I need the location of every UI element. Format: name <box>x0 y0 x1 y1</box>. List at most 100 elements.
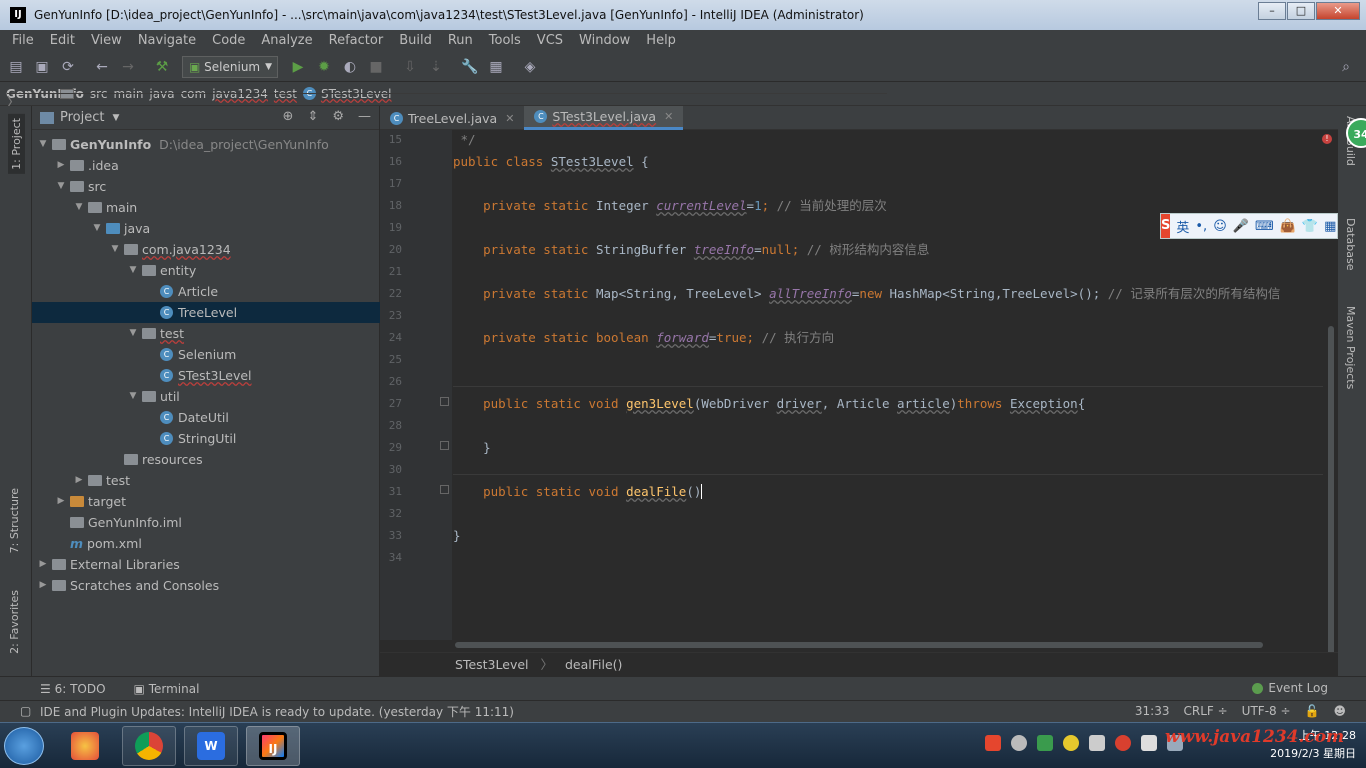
tray-flag-icon[interactable] <box>1141 735 1157 751</box>
expand-down-icon[interactable]: ▼ <box>126 386 140 407</box>
tab-project[interactable]: 1: Project <box>8 114 25 174</box>
emoji-icon[interactable]: ☺ <box>1213 219 1227 234</box>
expand-down-icon[interactable]: ▼ <box>108 239 122 260</box>
expand-right-icon[interactable]: ▶ <box>54 491 68 512</box>
taskbar-app-pinned[interactable] <box>58 726 112 766</box>
stop-icon[interactable]: ■ <box>366 57 386 77</box>
sync-icon[interactable]: ⟳ <box>58 57 78 77</box>
menu-code[interactable]: Code <box>201 30 250 52</box>
taskbar-chrome[interactable] <box>122 726 176 766</box>
locate-target-icon[interactable]: ⊕ <box>283 109 294 124</box>
tree-item[interactable]: ▼ GenYunInfo D:\idea_project\GenYunInfo <box>32 134 380 155</box>
tree-item[interactable]: ▼ src <box>32 176 380 197</box>
toggle-tool-windows-icon[interactable]: ▢ <box>20 704 31 718</box>
code-editor[interactable]: */ public class STest3Level { private st… <box>453 130 1323 640</box>
project-view-select[interactable]: Project <box>60 110 104 125</box>
tray-security-icon[interactable] <box>1115 735 1131 751</box>
tree-item[interactable]: ▼ com.java1234 <box>32 239 380 260</box>
hide-panel-icon[interactable]: — <box>358 109 371 124</box>
inspector-icon[interactable]: ☻ <box>1333 704 1346 718</box>
tree-item[interactable]: ▼ util <box>32 386 380 407</box>
collapse-all-icon[interactable]: ⇕ <box>307 109 318 124</box>
build-hammer-icon[interactable]: ⚒ <box>152 57 172 77</box>
tree-item[interactable]: ▼ entity <box>32 260 380 281</box>
tree-item[interactable]: ▶ .idea <box>32 155 380 176</box>
project-structure-icon[interactable]: ▦ <box>486 57 506 77</box>
debug-bug-icon[interactable]: ✹ <box>314 57 334 77</box>
editor-crumb-class[interactable]: STest3Level <box>455 657 529 672</box>
editor-horizontal-scrollbar[interactable] <box>455 642 1263 648</box>
coverage-icon[interactable]: ◐ <box>340 57 360 77</box>
skin-shirt-icon[interactable]: 👕 <box>1302 219 1318 234</box>
todo-tool-button[interactable]: ☰ 6: TODO <box>40 682 106 696</box>
gear-icon[interactable]: ⚙ <box>332 109 344 124</box>
menu-help[interactable]: Help <box>635 30 681 52</box>
save-all-icon[interactable]: ▣ <box>32 57 52 77</box>
minimize-button[interactable]: – <box>1258 2 1286 20</box>
expand-right-icon[interactable]: ▶ <box>36 575 50 596</box>
fold-marker-icon[interactable] <box>440 441 449 450</box>
tree-item[interactable]: ▶ test <box>32 470 380 491</box>
error-indicator-icon[interactable]: ! <box>1322 134 1332 144</box>
tab-structure[interactable]: 7: Structure <box>8 488 21 553</box>
menu-run[interactable]: Run <box>437 30 478 52</box>
toolbox-icon[interactable]: 👜 <box>1280 219 1296 234</box>
keyboard-icon[interactable]: ⌨ <box>1255 219 1274 234</box>
menu-refactor[interactable]: Refactor <box>318 30 389 52</box>
ime-mode-toggle[interactable]: 英 <box>1176 217 1189 236</box>
terminal-tool-button[interactable]: ▣ Terminal <box>134 682 200 696</box>
close-tab-icon[interactable]: ✕ <box>505 112 514 125</box>
encoding-select[interactable]: UTF-8 ÷ <box>1242 704 1291 718</box>
expand-right-icon[interactable]: ▶ <box>72 470 86 491</box>
sdk-manager-icon[interactable]: ◈ <box>520 57 540 77</box>
fold-marker-icon[interactable] <box>440 485 449 494</box>
tree-item[interactable]: ▼ test <box>32 323 380 344</box>
grid-menu-icon[interactable]: ▦ <box>1324 219 1336 234</box>
tab-treelevel-java[interactable]: C TreeLevel.java ✕ <box>380 106 524 130</box>
menu-navigate[interactable]: Navigate <box>127 30 201 52</box>
tab-stest3level-java[interactable]: C STest3Level.java ✕ <box>524 106 684 130</box>
tray-device-icon[interactable] <box>1089 735 1105 751</box>
tray-cloud-icon[interactable] <box>1011 735 1027 751</box>
open-folder-icon[interactable]: ▤ <box>6 57 26 77</box>
forward-arrow-icon[interactable]: → <box>118 57 138 77</box>
menu-vcs[interactable]: VCS <box>526 30 568 52</box>
tree-item[interactable]: C Article <box>32 281 380 302</box>
tab-database[interactable]: Database <box>1344 218 1357 271</box>
expand-down-icon[interactable]: ▼ <box>90 218 104 239</box>
editor-crumb-method[interactable]: dealFile() <box>565 657 622 672</box>
expand-down-icon[interactable]: ▼ <box>54 176 68 197</box>
tree-item[interactable]: ▶ target <box>32 491 380 512</box>
close-tab-icon[interactable]: ✕ <box>664 110 673 123</box>
tree-item[interactable]: C Selenium <box>32 344 380 365</box>
tree-item[interactable]: GenYunInfo.iml <box>32 512 380 533</box>
microphone-icon[interactable]: 🎤 <box>1233 219 1249 234</box>
menu-analyze[interactable]: Analyze <box>250 30 317 52</box>
menu-file[interactable]: File <box>0 30 39 52</box>
tree-item[interactable]: C STest3Level <box>32 365 380 386</box>
menu-edit[interactable]: Edit <box>39 30 80 52</box>
status-message[interactable]: IDE and Plugin Updates: IntelliJ IDEA is… <box>40 703 514 720</box>
run-config-select[interactable]: ▣ Selenium ▼ <box>182 55 278 78</box>
fold-marker-icon[interactable] <box>440 397 449 406</box>
expand-down-icon[interactable]: ▼ <box>126 323 140 344</box>
expand-down-icon[interactable]: ▼ <box>126 260 140 281</box>
expand-down-icon[interactable]: ▼ <box>36 134 50 155</box>
tree-item[interactable]: C DateUtil <box>32 407 380 428</box>
tree-item[interactable]: ▶ External Libraries <box>32 554 380 575</box>
maximize-button[interactable]: □ <box>1287 2 1315 20</box>
menu-tools[interactable]: Tools <box>478 30 526 52</box>
tab-maven-projects[interactable]: Maven Projects <box>1344 306 1357 389</box>
tray-sogou-icon[interactable] <box>985 735 1001 751</box>
tab-favorites[interactable]: 2: Favorites <box>8 590 21 654</box>
taskbar-wps[interactable]: W <box>184 726 238 766</box>
tree-item[interactable]: resources <box>32 449 380 470</box>
tree-item[interactable]: C StringUtil <box>32 428 380 449</box>
lock-icon[interactable]: 🔓 <box>1305 704 1320 718</box>
crumb-test[interactable]: test 〉 <box>7 87 887 109</box>
update-icon[interactable]: ⇣ <box>426 57 446 77</box>
windows-start-button[interactable] <box>4 727 44 765</box>
attach-icon[interactable]: ⇩ <box>400 57 420 77</box>
back-arrow-icon[interactable]: ← <box>92 57 112 77</box>
line-separator-select[interactable]: CRLF ÷ <box>1183 704 1227 718</box>
